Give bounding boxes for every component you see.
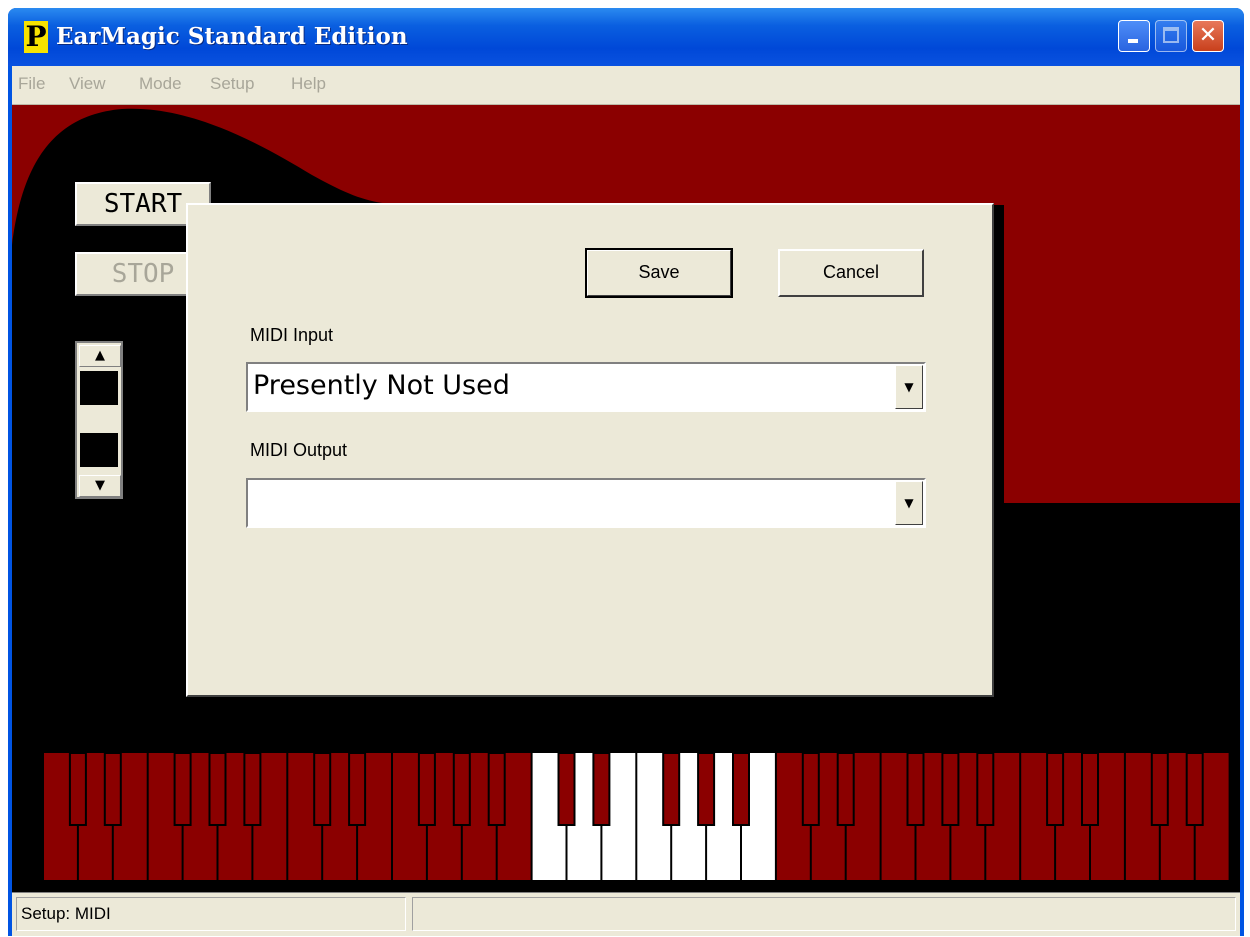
black-key[interactable] xyxy=(173,752,192,826)
midi-input-label: MIDI Input xyxy=(250,325,334,345)
menu-file[interactable]: File xyxy=(18,74,45,94)
black-key[interactable] xyxy=(1046,752,1065,826)
black-key[interactable] xyxy=(836,752,855,826)
app-icon: P xyxy=(24,20,48,53)
close-icon: ✕ xyxy=(1198,23,1218,48)
triangle-up-icon[interactable]: ▲ xyxy=(79,345,121,367)
chevron-down-icon[interactable]: ▼ xyxy=(895,481,923,525)
black-key[interactable] xyxy=(1081,752,1099,826)
midi-output-select[interactable]: ▼ xyxy=(246,478,926,528)
black-key[interactable] xyxy=(1150,752,1169,826)
minimize-icon xyxy=(1128,39,1138,43)
black-key[interactable] xyxy=(452,752,471,826)
black-key[interactable] xyxy=(417,752,436,826)
black-key[interactable] xyxy=(941,752,960,826)
black-key[interactable] xyxy=(662,752,681,826)
piano-keyboard[interactable] xyxy=(12,745,1240,892)
status-secondary xyxy=(412,897,1236,931)
black-key[interactable] xyxy=(103,752,122,826)
menu-mode[interactable]: Mode xyxy=(139,74,182,94)
close-button[interactable]: ✕ xyxy=(1192,20,1224,52)
black-key[interactable] xyxy=(976,752,995,826)
black-key[interactable] xyxy=(243,752,262,826)
black-key[interactable] xyxy=(557,752,576,826)
black-key[interactable] xyxy=(208,752,227,826)
cancel-button[interactable]: Cancel xyxy=(778,249,924,297)
menu-setup[interactable]: Setup xyxy=(210,74,254,94)
window-title: EarMagic Standard Edition xyxy=(56,23,408,50)
black-key[interactable] xyxy=(487,752,506,826)
black-key[interactable] xyxy=(732,752,750,826)
midi-output-label: MIDI Output xyxy=(250,440,348,460)
black-key[interactable] xyxy=(313,752,332,826)
chevron-down-icon[interactable]: ▼ xyxy=(895,365,923,409)
black-key[interactable] xyxy=(1185,752,1204,826)
status-text: Setup: MIDI xyxy=(16,897,406,931)
status-bar: Setup: MIDI xyxy=(12,892,1240,936)
black-key[interactable] xyxy=(592,752,611,826)
menu-view[interactable]: View xyxy=(69,74,106,94)
midi-setup-dialog: Save Cancel MIDI Input Presently Not Use… xyxy=(186,203,994,697)
black-key[interactable] xyxy=(697,752,716,826)
triangle-down-icon[interactable]: ▼ xyxy=(79,475,121,497)
piano-keys[interactable] xyxy=(12,745,1240,892)
minimize-button[interactable] xyxy=(1118,20,1150,52)
title-bar[interactable]: P EarMagic Standard Edition ✕ xyxy=(8,8,1244,66)
black-key[interactable] xyxy=(801,752,820,826)
spinner-slot-lower xyxy=(80,433,118,467)
black-key[interactable] xyxy=(68,752,87,826)
maximize-icon xyxy=(1163,27,1179,43)
save-button[interactable]: Save xyxy=(585,248,733,298)
level-spinner: ▲ ▼ xyxy=(75,341,123,499)
black-key[interactable] xyxy=(906,752,925,826)
menu-bar: File View Mode Setup Help xyxy=(12,66,1240,105)
menu-help[interactable]: Help xyxy=(291,74,326,94)
spinner-slot-upper xyxy=(80,371,118,405)
maximize-button[interactable] xyxy=(1155,20,1187,52)
black-key[interactable] xyxy=(348,752,367,826)
midi-input-value: Presently Not Used xyxy=(253,370,510,401)
midi-input-select[interactable]: Presently Not Used ▼ xyxy=(246,362,926,412)
